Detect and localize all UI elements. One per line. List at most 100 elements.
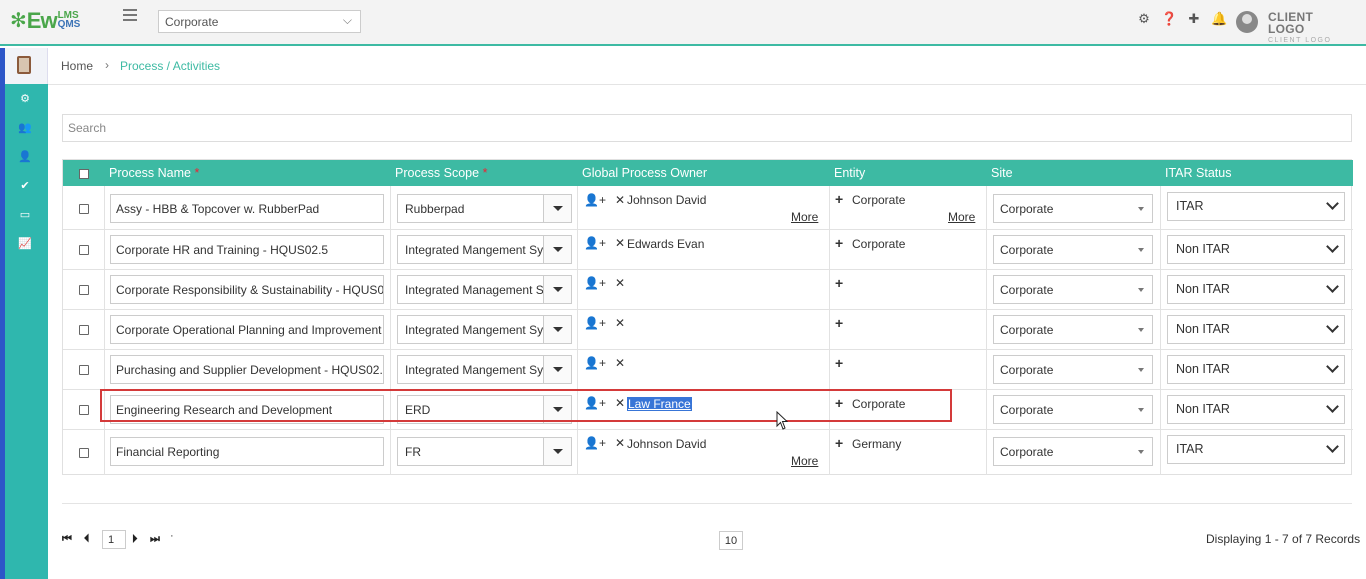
row-checkbox[interactable] <box>79 245 89 255</box>
entity-selector-value: Corporate <box>165 15 219 29</box>
process-name-field[interactable]: Corporate Operational Planning and Impro… <box>110 315 384 344</box>
header-process-name[interactable]: Process Name * <box>109 166 199 180</box>
row-highlight-box <box>100 389 952 422</box>
chevron-down-icon <box>1326 400 1339 413</box>
table-row: Corporate Responsibility & Sustainabilit… <box>63 270 1353 310</box>
process-name-field[interactable]: Purchasing and Supplier Development - HQ… <box>110 355 384 384</box>
dropdown-arrow-icon[interactable] <box>543 438 571 465</box>
row-checkbox[interactable] <box>79 365 89 375</box>
process-scope-combo[interactable]: Rubberpad <box>397 194 572 223</box>
presentation-icon[interactable]: ▭ <box>16 208 34 222</box>
add-entity-icon[interactable]: + <box>835 355 843 371</box>
breadcrumb-current[interactable]: Process / Activities <box>120 59 220 73</box>
process-scope-combo[interactable]: Integrated Mangement Sy <box>397 355 572 384</box>
search-input[interactable]: Search <box>62 114 1352 142</box>
chevron-down-icon: ⌵ <box>342 13 352 27</box>
site-select[interactable]: Corporate <box>993 235 1153 264</box>
process-scope-combo[interactable]: Integrated Mangement Sy <box>397 315 572 344</box>
process-name-field[interactable]: Assy - HBB & Topcover w. RubberPad <box>110 194 384 223</box>
select-all-checkbox[interactable] <box>79 169 89 179</box>
last-page-icon[interactable]: ⏭ <box>150 533 160 546</box>
user-settings-icon[interactable]: 👤 <box>16 150 34 164</box>
process-scope-combo[interactable]: FR <box>397 437 572 466</box>
dropdown-arrow-icon[interactable] <box>543 316 571 343</box>
row-checkbox[interactable] <box>79 448 89 458</box>
app-logo[interactable]: ✻ Ew LMS QMS <box>10 8 80 38</box>
users-icon[interactable]: 👥 <box>16 121 34 135</box>
process-name-field[interactable]: Corporate HR and Training - HQUS02.5 <box>110 235 384 264</box>
add-entity-icon[interactable]: + <box>835 315 843 331</box>
header-itar[interactable]: ITAR Status <box>1165 166 1231 180</box>
bell-icon[interactable]: 🔔 <box>1211 11 1227 27</box>
menu-toggle-icon[interactable] <box>123 9 137 23</box>
site-select[interactable]: Corporate <box>993 355 1153 384</box>
prev-page-icon[interactable]: ⏴ <box>84 533 90 546</box>
add-user-icon[interactable]: 👤+ <box>584 316 606 330</box>
row-checkbox[interactable] <box>79 285 89 295</box>
add-entity-icon[interactable]: + <box>835 275 843 291</box>
itar-select[interactable]: ITAR <box>1167 192 1345 221</box>
site-select[interactable]: Corporate <box>993 437 1153 466</box>
process-scope-combo[interactable]: Integrated Management S <box>397 275 572 304</box>
add-user-icon[interactable]: 👤+ <box>584 356 606 370</box>
owner-more-link[interactable]: More <box>791 210 818 224</box>
chart-icon[interactable]: 📈 <box>16 237 34 251</box>
site-select[interactable]: Corporate <box>993 194 1153 223</box>
remove-icon[interactable]: ✕ <box>615 193 625 207</box>
table-row: Assy - HBB & Topcover w. RubberPad Rubbe… <box>63 186 1353 230</box>
row-checkbox[interactable] <box>79 204 89 214</box>
dropdown-arrow-icon[interactable] <box>543 236 571 263</box>
avatar[interactable] <box>1236 11 1258 33</box>
itar-select[interactable]: Non ITAR <box>1167 275 1345 304</box>
owner-more-link[interactable]: More <box>791 454 818 468</box>
page-size-select[interactable]: 10 <box>719 531 743 550</box>
site-select[interactable]: Corporate <box>993 275 1153 304</box>
entity-name: Corporate <box>852 193 906 207</box>
sidebar-module-icon[interactable] <box>5 48 48 84</box>
itar-select[interactable]: Non ITAR <box>1167 355 1345 384</box>
remove-icon[interactable]: ✕ <box>615 276 625 290</box>
itar-select[interactable]: Non ITAR <box>1167 395 1345 424</box>
next-page-icon[interactable]: ⏵ <box>132 533 138 546</box>
page-number-input[interactable]: 1 <box>102 530 126 549</box>
header-entity[interactable]: Entity <box>834 166 865 180</box>
entity-more-link[interactable]: More <box>948 210 975 224</box>
add-user-icon[interactable]: 👤+ <box>584 276 606 290</box>
header-process-scope[interactable]: Process Scope * <box>395 166 487 180</box>
site-select[interactable]: Corporate <box>993 315 1153 344</box>
gear-icon[interactable]: ⚙ <box>1136 11 1152 27</box>
dropdown-arrow-icon[interactable] <box>543 276 571 303</box>
add-entity-icon[interactable]: + <box>835 235 843 251</box>
dropdown-arrow-icon[interactable] <box>543 195 571 222</box>
process-scope-combo[interactable]: Integrated Mangement Sy <box>397 235 572 264</box>
add-entity-icon[interactable]: + <box>835 191 843 207</box>
header-owner[interactable]: Global Process Owner <box>582 166 707 180</box>
row-checkbox[interactable] <box>79 405 89 415</box>
entity-name: Germany <box>852 437 902 451</box>
add-user-icon[interactable]: 👤+ <box>584 236 606 250</box>
caret-down-icon <box>1138 408 1144 412</box>
row-checkbox[interactable] <box>79 325 89 335</box>
breadcrumb-home[interactable]: Home <box>61 59 93 73</box>
itar-select[interactable]: ITAR <box>1167 435 1345 464</box>
add-user-icon[interactable]: 👤+ <box>584 436 606 450</box>
first-page-icon[interactable]: ⏮ <box>62 533 72 546</box>
entity-selector[interactable]: Corporate ⌵ <box>158 10 361 33</box>
remove-icon[interactable]: ✕ <box>615 356 625 370</box>
itar-select[interactable]: Non ITAR <box>1167 235 1345 264</box>
itar-select[interactable]: Non ITAR <box>1167 315 1345 344</box>
add-entity-icon[interactable]: + <box>835 435 843 451</box>
remove-icon[interactable]: ✕ <box>615 436 625 450</box>
remove-icon[interactable]: ✕ <box>615 236 625 250</box>
help-icon[interactable]: ❓ <box>1161 11 1177 27</box>
process-name-field[interactable]: Financial Reporting <box>110 437 384 466</box>
plus-icon[interactable]: ✚ <box>1186 11 1202 27</box>
settings-icon[interactable]: ⚙ <box>16 92 34 106</box>
site-select[interactable]: Corporate <box>993 395 1153 424</box>
dropdown-arrow-icon[interactable] <box>543 356 571 383</box>
process-name-field[interactable]: Corporate Responsibility & Sustainabilit… <box>110 275 384 304</box>
remove-icon[interactable]: ✕ <box>615 316 625 330</box>
add-user-icon[interactable]: 👤+ <box>584 193 606 207</box>
user-check-icon[interactable]: ✔ <box>16 179 34 193</box>
header-site[interactable]: Site <box>991 166 1013 180</box>
